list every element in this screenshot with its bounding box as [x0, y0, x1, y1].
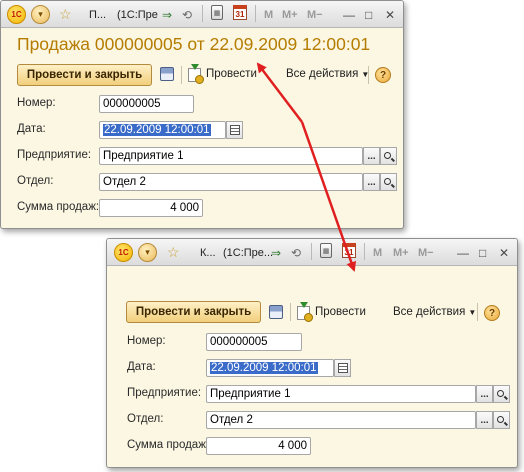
department-open-button[interactable]: [380, 173, 397, 191]
sales-sum-label: Сумма продаж:: [127, 439, 210, 451]
help-icon[interactable]: ?: [484, 305, 500, 321]
company-select-button[interactable]: ...: [476, 385, 493, 403]
post-document-icon[interactable]: [297, 302, 313, 322]
document-window-sale: 1С ▾ ☆ П... (1С:Пре ⇒ ⟲ ▦ 31 M M+ M− — □…: [0, 0, 404, 229]
window-titlebar: 1С ▾ ☆ К... (1С:Пре... ⇒ ⟲ ▦ 31 M M+ M− …: [107, 239, 517, 266]
minimize-button[interactable]: —: [457, 243, 469, 262]
number-field[interactable]: 000000005: [99, 95, 194, 113]
all-actions-menu[interactable]: Все действия ▼: [286, 68, 369, 80]
dropdown-menu-icon[interactable]: ▾: [31, 5, 50, 24]
department-label: Отдел:: [17, 175, 54, 187]
date-value: 22.09.2009 12:00:01: [103, 124, 211, 136]
memory-m-plus-button[interactable]: M+: [282, 5, 298, 24]
logo-1c-icon[interactable]: 1С: [114, 243, 133, 262]
help-icon[interactable]: ?: [375, 67, 391, 83]
memory-m-minus-button[interactable]: M−: [307, 5, 323, 24]
date-label: Дата:: [17, 123, 46, 135]
document-window-compact: 1С ▾ ☆ К... (1С:Пре... ⇒ ⟲ ▦ 31 M M+ M− …: [106, 238, 518, 468]
all-actions-menu[interactable]: Все действия ▼: [393, 306, 476, 318]
window-title-short: П...: [89, 8, 107, 21]
department-field[interactable]: Отдел 2: [206, 411, 476, 429]
titlebar-separator: [255, 5, 256, 22]
favorite-star-icon[interactable]: ☆: [59, 5, 72, 24]
company-open-button[interactable]: [493, 385, 510, 403]
save-icon[interactable]: [160, 67, 174, 81]
memory-m-minus-button[interactable]: M−: [418, 243, 434, 262]
go-forward-icon[interactable]: ⇒: [162, 5, 172, 24]
titlebar-separator: [311, 243, 312, 260]
magnifier-icon: [384, 151, 391, 159]
post-button[interactable]: Провести: [206, 68, 257, 80]
date-field[interactable]: 22.09.2009 12:00:01: [99, 121, 226, 139]
calculator-icon[interactable]: ▦: [211, 5, 223, 20]
memory-m-plus-button[interactable]: M+: [393, 243, 409, 262]
date-value: 22.09.2009 12:00:01: [210, 362, 318, 374]
toolbar-separator: [477, 303, 478, 321]
date-picker-button[interactable]: [334, 359, 351, 377]
titlebar-separator: [364, 243, 365, 260]
close-button[interactable]: ✕: [385, 5, 395, 24]
all-actions-label: Все действия: [393, 306, 466, 318]
favorite-star-icon[interactable]: ☆: [167, 243, 180, 262]
date-picker-button[interactable]: [226, 121, 243, 139]
magnifier-icon: [384, 177, 391, 185]
department-select-button[interactable]: ...: [476, 411, 493, 429]
number-label: Номер:: [127, 335, 166, 347]
magnifier-icon: [497, 389, 504, 397]
save-icon[interactable]: [269, 305, 283, 319]
toolbar-separator: [290, 303, 291, 321]
department-label: Отдел:: [127, 413, 164, 425]
sales-sum-field[interactable]: 4 000: [99, 199, 203, 217]
window-title-app: (1С:Пре: [117, 8, 158, 21]
company-label: Предприятие:: [127, 387, 202, 399]
window-titlebar: 1С ▾ ☆ П... (1С:Пре ⇒ ⟲ ▦ 31 M M+ M− — □…: [1, 1, 403, 28]
history-icon[interactable]: ⟲: [291, 243, 301, 262]
window-title-short: К...: [200, 246, 216, 259]
memory-m-button[interactable]: M: [264, 5, 273, 24]
maximize-button[interactable]: □: [365, 5, 372, 24]
document-title: Продажа 000000005 от 22.09.2009 12:00:01: [17, 34, 371, 54]
minimize-button[interactable]: —: [343, 5, 355, 24]
window-title-app: (1С:Пре...: [223, 246, 274, 259]
department-field[interactable]: Отдел 2: [99, 173, 363, 191]
post-button[interactable]: Провести: [315, 306, 366, 318]
post-and-close-button[interactable]: Провести и закрыть: [126, 301, 261, 323]
company-field[interactable]: Предприятие 1: [206, 385, 476, 403]
toolbar-separator: [368, 66, 369, 84]
calendar-small-icon: [229, 125, 240, 135]
history-icon[interactable]: ⟲: [182, 5, 192, 24]
number-field[interactable]: 000000005: [206, 333, 302, 351]
calendar-small-icon: [337, 363, 348, 373]
calendar-icon[interactable]: 31: [233, 5, 247, 20]
toolbar-separator: [181, 66, 182, 84]
post-document-icon[interactable]: [188, 64, 204, 84]
number-label: Номер:: [17, 97, 56, 109]
magnifier-icon: [497, 415, 504, 423]
department-open-button[interactable]: [493, 411, 510, 429]
all-actions-label: Все действия: [286, 68, 359, 80]
titlebar-separator: [202, 5, 203, 22]
company-label: Предприятие:: [17, 149, 92, 161]
calendar-icon[interactable]: 31: [342, 243, 356, 258]
memory-m-button[interactable]: M: [373, 243, 382, 262]
department-select-button[interactable]: ...: [363, 173, 380, 191]
calculator-icon[interactable]: ▦: [320, 243, 332, 258]
company-field[interactable]: Предприятие 1: [99, 147, 363, 165]
dropdown-menu-icon[interactable]: ▾: [138, 243, 157, 262]
sales-sum-label: Сумма продаж:: [17, 201, 100, 213]
logo-1c-icon[interactable]: 1С: [7, 5, 26, 24]
date-label: Дата:: [127, 361, 156, 373]
company-select-button[interactable]: ...: [363, 147, 380, 165]
chevron-down-icon: ▼: [468, 308, 477, 317]
close-button[interactable]: ✕: [499, 243, 509, 262]
date-field[interactable]: 22.09.2009 12:00:01: [206, 359, 334, 377]
go-forward-icon[interactable]: ⇒: [271, 243, 281, 262]
post-and-close-button[interactable]: Провести и закрыть: [17, 64, 152, 86]
company-open-button[interactable]: [380, 147, 397, 165]
sales-sum-field[interactable]: 4 000: [206, 437, 311, 455]
maximize-button[interactable]: □: [479, 243, 486, 262]
